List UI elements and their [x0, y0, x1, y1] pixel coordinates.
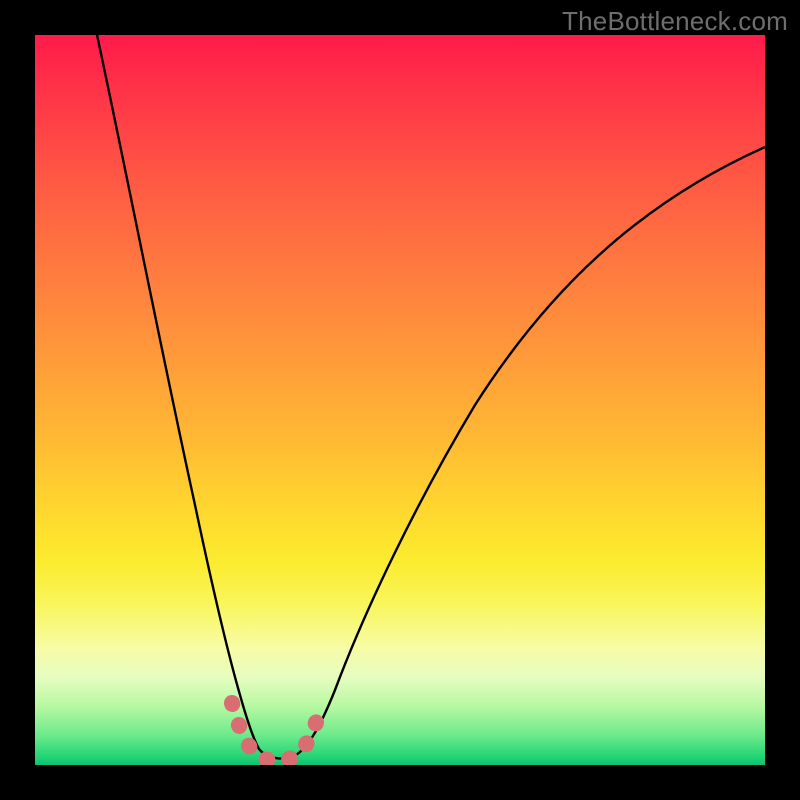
chart-frame: TheBottleneck.com: [0, 0, 800, 800]
plot-area: [35, 35, 765, 765]
watermark-text: TheBottleneck.com: [562, 6, 788, 37]
curve-svg: [35, 35, 765, 765]
bottleneck-curve-path: [97, 35, 765, 759]
